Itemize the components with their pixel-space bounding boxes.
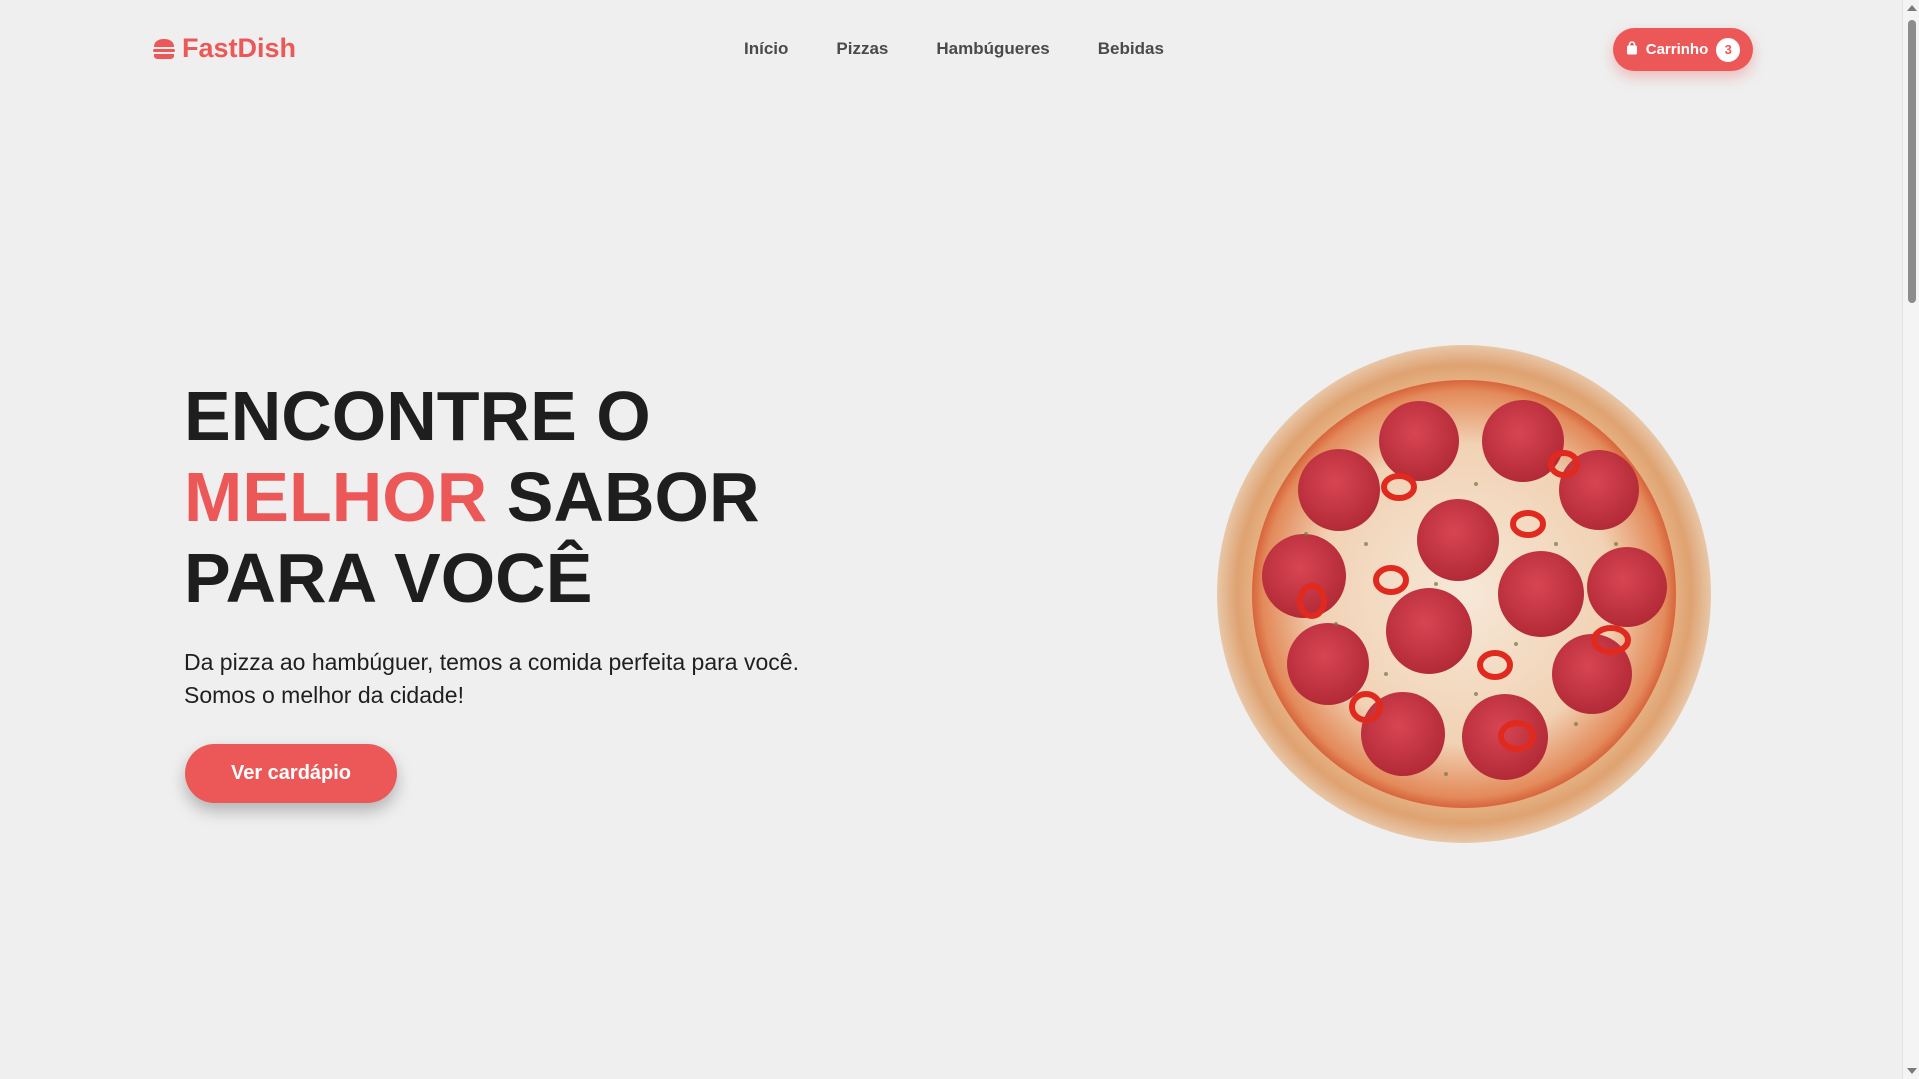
nav-item-inicio[interactable]: Início [744, 39, 788, 59]
site-header: FastDish Início Pizzas Hambúgueres Bebid… [0, 0, 1900, 100]
cart-button[interactable]: Carrinho 3 [1613, 28, 1753, 71]
vertical-scrollbar[interactable] [1902, 0, 1919, 1079]
cart-count-badge: 3 [1716, 37, 1741, 62]
scroll-down-arrow-icon[interactable] [1907, 1068, 1917, 1074]
hero-title-line1: ENCONTRE O [184, 377, 651, 455]
nav-item-bebidas[interactable]: Bebidas [1098, 39, 1164, 59]
scroll-up-arrow-icon[interactable] [1907, 5, 1917, 11]
nav-item-pizzas[interactable]: Pizzas [836, 39, 888, 59]
hero-title-accent: MELHOR [184, 458, 488, 536]
main-nav: Início Pizzas Hambúgueres Bebidas [744, 39, 1164, 59]
hero-title-line3: PARA VOCÊ [184, 539, 593, 617]
hero-title-line2: SABOR [487, 458, 760, 536]
hero-title: ENCONTRE O MELHOR SABOR PARA VOCÊ [184, 376, 760, 619]
shopping-bag-icon [1626, 40, 1638, 59]
hero-description: Da pizza ao hambúguer, temos a comida pe… [184, 649, 799, 708]
logo[interactable]: FastDish [152, 33, 296, 64]
pepperoni-pizza-image [1216, 344, 1712, 844]
burger-icon [152, 38, 176, 60]
brand-name: FastDish [182, 33, 297, 63]
nav-item-hamburgueres[interactable]: Hambúgueres [936, 39, 1049, 59]
view-menu-button[interactable]: Ver cardápio [185, 744, 397, 803]
cart-label: Carrinho [1645, 41, 1709, 58]
scroll-thumb[interactable] [1908, 20, 1916, 303]
page: FastDish Início Pizzas Hambúgueres Bebid… [0, 0, 1919, 1079]
